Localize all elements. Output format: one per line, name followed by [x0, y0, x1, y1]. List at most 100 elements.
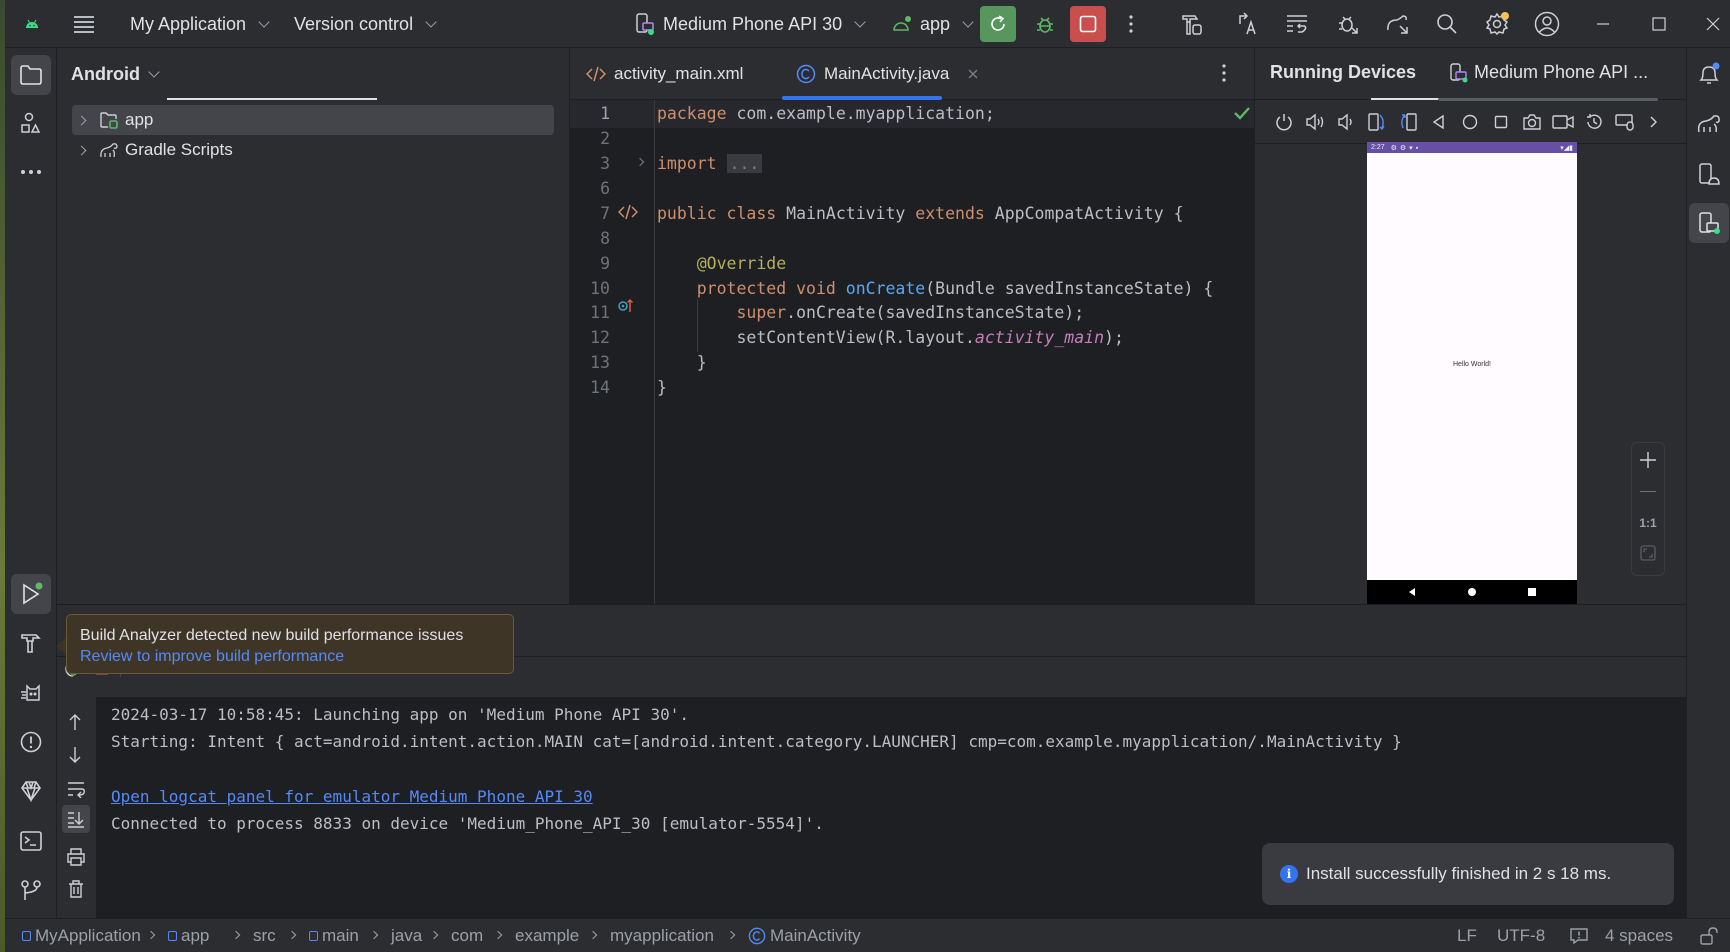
minimize-button[interactable] [1585, 6, 1621, 42]
read-only-toggle[interactable] [1700, 919, 1718, 952]
zoom-actual-size-button[interactable]: 1:1 [1632, 516, 1664, 530]
breadcrumb-item[interactable]: example [515, 919, 579, 952]
nav-home-icon[interactable] [1467, 587, 1477, 597]
scroll-down-button[interactable] [67, 746, 83, 769]
soft-wrap-button[interactable] [66, 780, 86, 803]
debug-button[interactable] [1027, 6, 1063, 42]
run-tool-button[interactable] [11, 574, 51, 614]
gradle-tool-button[interactable] [1689, 104, 1729, 144]
rotate-right-button[interactable] [1396, 110, 1420, 134]
project-tool-button[interactable] [11, 55, 51, 95]
emulator-screen[interactable]: 2:27 ⚙⚙▾▪ ▾◢▮ Hello World! [1367, 142, 1577, 604]
inspections-widget[interactable] [1570, 919, 1588, 952]
review-build-performance-link[interactable]: Review to improve build performance [80, 646, 500, 667]
scroll-to-end-button[interactable] [62, 805, 90, 833]
project-selector[interactable]: My Application [130, 0, 270, 48]
device-selector[interactable]: Medium Phone API 30 [635, 0, 866, 48]
home-button[interactable] [1458, 110, 1482, 134]
gutter-xml-layout-link[interactable] [617, 204, 639, 225]
device-tab[interactable]: Medium Phone API ... [1450, 62, 1648, 83]
main-menu-button[interactable] [73, 0, 95, 48]
notifications-button[interactable] [1689, 54, 1729, 94]
keyboard-mouse-button[interactable] [1613, 110, 1637, 134]
breadcrumb-item[interactable]: main [309, 919, 359, 952]
breadcrumb-item[interactable]: MainActivity [748, 919, 861, 952]
zoom-in-button[interactable] [1632, 451, 1664, 474]
volume-up-button[interactable] [1303, 110, 1327, 134]
code-line[interactable]: 8 [570, 225, 1254, 253]
breadcrumb-item[interactable]: src [253, 919, 276, 952]
indent-selector[interactable]: 4 spaces [1605, 919, 1673, 952]
snapshot-button[interactable] [1582, 110, 1606, 134]
logcat-tool-button[interactable] [11, 672, 51, 712]
device-manager-button[interactable] [1689, 154, 1729, 194]
close-tab-icon[interactable] [967, 68, 979, 80]
chevron-right-icon[interactable] [76, 115, 87, 125]
code-line[interactable]: 11 super.onCreate(savedInstanceState); [570, 299, 1254, 327]
code-line[interactable]: 6 [570, 175, 1254, 203]
toolbar-overflow-button[interactable] [1641, 110, 1665, 134]
back-button[interactable] [1427, 110, 1451, 134]
app-quality-insights-button[interactable] [11, 771, 51, 811]
screen-record-button[interactable] [1551, 110, 1575, 134]
install-notification[interactable]: i Install successfully finished in 2 s 1… [1262, 843, 1674, 905]
code-line[interactable]: 14} [570, 374, 1254, 402]
account-button[interactable] [1529, 6, 1565, 42]
running-devices-button[interactable] [1689, 203, 1729, 243]
terminal-tool-button[interactable] [11, 821, 51, 861]
vcs-menu[interactable]: Version control [294, 0, 437, 48]
code-line[interactable]: 1 package com.example.myapplication; [570, 100, 1254, 128]
maximize-button[interactable] [1641, 6, 1677, 42]
folded-imports[interactable]: ... [726, 154, 763, 174]
chevron-right-icon[interactable] [76, 145, 87, 155]
print-button[interactable] [67, 848, 85, 871]
clear-console-button[interactable] [68, 880, 84, 903]
settings-button[interactable] [1479, 6, 1515, 42]
breadcrumb-item[interactable]: app [168, 919, 209, 952]
format-button[interactable] [1279, 6, 1315, 42]
open-logcat-link[interactable]: Open logcat panel for emulator Medium Ph… [111, 787, 593, 806]
search-button[interactable] [1429, 6, 1465, 42]
breadcrumb-item[interactable]: java [391, 919, 422, 952]
run-config-selector[interactable]: app [892, 0, 974, 48]
code-line[interactable]: 13 } [570, 349, 1254, 377]
screenshot-button[interactable] [1520, 110, 1544, 134]
code-line[interactable]: 12 setContentView(R.layout.activity_main… [570, 324, 1254, 352]
tab-mainactivity-java[interactable]: MainActivity.java [796, 48, 979, 100]
breadcrumb-item[interactable]: MyApplication [22, 919, 141, 952]
close-window-button[interactable] [1695, 6, 1730, 42]
volume-down-button[interactable] [1334, 110, 1358, 134]
line-separator-selector[interactable]: LF [1457, 919, 1477, 952]
editor-tabs-menu-button[interactable] [1222, 64, 1226, 87]
stop-button[interactable] [1070, 6, 1106, 42]
code-line[interactable]: 3 import ... [570, 150, 1254, 178]
encoding-selector[interactable]: UTF-8 [1497, 919, 1545, 952]
build-button[interactable] [1175, 6, 1211, 42]
nav-back-icon[interactable] [1407, 587, 1417, 597]
project-view-selector[interactable]: Android [57, 48, 570, 100]
breadcrumb-item[interactable]: myapplication [610, 919, 714, 952]
build-tool-button[interactable] [11, 623, 51, 663]
code-area[interactable]: 1 package com.example.myapplication; 2 3 imp… [570, 100, 1254, 604]
code-line[interactable]: 7 public class MainActivity extends AppCo… [570, 200, 1254, 228]
tab-activity-main-xml[interactable]: activity_main.xml [586, 48, 743, 100]
inspection-status[interactable] [1234, 106, 1250, 125]
zoom-out-button[interactable] [1640, 491, 1656, 492]
nav-recents-icon[interactable] [1527, 587, 1537, 597]
tree-item-gradle-scripts[interactable]: Gradle Scripts [72, 135, 554, 165]
power-button[interactable] [1272, 110, 1296, 134]
sync-translations-button[interactable] [1230, 6, 1266, 42]
fold-chevron-icon[interactable] [635, 157, 645, 167]
scroll-up-button[interactable] [67, 713, 83, 736]
problems-tool-button[interactable] [11, 722, 51, 762]
overview-button[interactable] [1489, 110, 1513, 134]
code-line[interactable]: 10 protected void onCreate(Bundle savedI… [570, 274, 1254, 302]
more-tool-windows-button[interactable] [11, 152, 51, 192]
code-line[interactable]: 9 @Override [570, 249, 1254, 277]
gutter-override-marker[interactable] [618, 297, 634, 318]
rotate-left-button[interactable] [1365, 110, 1389, 134]
attach-debugger-button[interactable] [1330, 6, 1366, 42]
sync-gradle-button[interactable] [1380, 6, 1416, 42]
resource-manager-button[interactable] [11, 103, 51, 143]
zoom-fit-button[interactable] [1632, 545, 1664, 566]
